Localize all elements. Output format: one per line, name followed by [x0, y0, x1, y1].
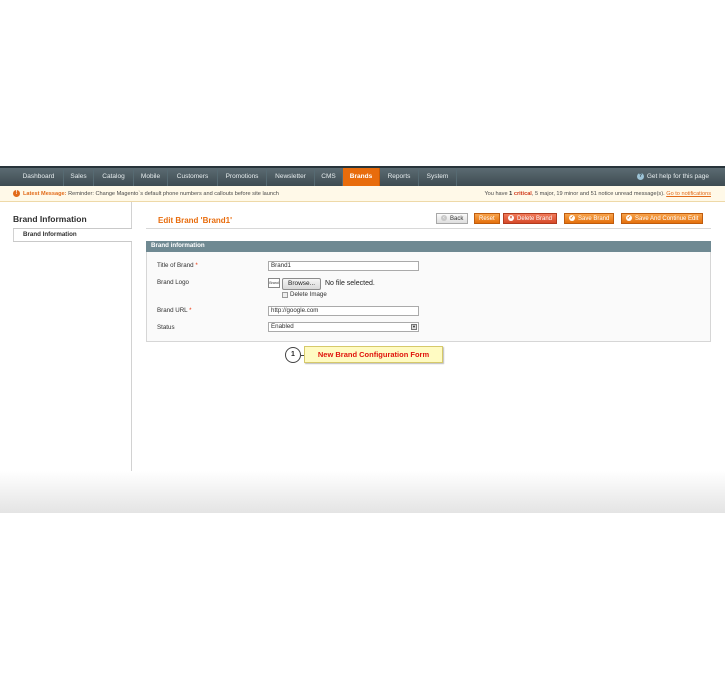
nav-catalog[interactable]: Catalog: [94, 168, 134, 186]
save-brand-button[interactable]: ✓ Save Brand: [564, 213, 615, 224]
browse-button[interactable]: Browse...: [282, 278, 322, 290]
sidebar-title: Brand Information: [13, 214, 87, 224]
help-icon: ?: [636, 172, 644, 180]
delete-image-label: Delete Image: [290, 291, 327, 298]
required-mark: *: [195, 262, 198, 269]
no-file-text: No file selected.: [325, 280, 375, 287]
sidebar-tab-brand-information[interactable]: Brand Information: [13, 229, 132, 241]
bottom-fade: [0, 471, 725, 513]
back-arrow-icon: ‹: [441, 215, 447, 222]
nav-newsletter[interactable]: Newsletter: [267, 168, 315, 186]
sidebar-tab-label: Brand Information: [23, 231, 77, 238]
nav-sales[interactable]: Sales: [64, 168, 94, 186]
delete-icon: ×: [508, 215, 514, 222]
chevron-down-icon: ▼: [411, 324, 417, 330]
logo-thumbnail: Brand: [268, 278, 280, 288]
callout-number: 1: [285, 347, 301, 363]
page-title: Edit Brand 'Brand1': [158, 216, 233, 225]
save-continue-check-icon: ✓: [626, 215, 632, 222]
top-nav: Dashboard Sales Catalog Mobile Customers…: [0, 166, 725, 186]
latest-message: ! Latest Message: Reminder: Change Magent…: [13, 186, 279, 202]
latest-message-label: Latest Message:: [23, 191, 67, 197]
help-link[interactable]: ? Get help for this page: [636, 168, 709, 186]
title-divider: [146, 228, 711, 229]
save-continue-button[interactable]: ✓ Save And Continue Edit: [621, 213, 704, 224]
help-label: Get help for this page: [646, 173, 709, 180]
sidebar: Brand Information Brand Information: [0, 202, 132, 513]
save-check-icon: ✓: [569, 215, 575, 222]
message-bar: ! Latest Message: Reminder: Change Magent…: [0, 186, 725, 202]
title-label: Title of Brand *: [157, 262, 198, 269]
required-mark: *: [189, 307, 192, 314]
nav-mobile[interactable]: Mobile: [134, 168, 168, 186]
you-have-text: You have: [484, 191, 508, 197]
back-button[interactable]: ‹ Back: [436, 213, 469, 224]
title-input[interactable]: Brand1: [268, 261, 419, 271]
url-label: Brand URL *: [157, 307, 192, 314]
nav-brands[interactable]: Brands: [343, 168, 380, 186]
logo-label: Brand Logo: [157, 279, 189, 286]
delete-image-checkbox[interactable]: [282, 292, 288, 298]
admin-screenshot: Dashboard Sales Catalog Mobile Customers…: [0, 166, 725, 513]
status-label: Status: [157, 324, 175, 331]
status-select[interactable]: Enabled ▼: [268, 322, 419, 332]
latest-message-text: Reminder: Change Magento`s default phone…: [68, 191, 279, 197]
section-body: [146, 252, 711, 342]
section-header: Brand information: [146, 241, 711, 252]
reset-button[interactable]: Reset: [474, 213, 500, 224]
unread-messages: You have 1 critical, 5 major, 19 minor a…: [484, 186, 711, 202]
nav-customers[interactable]: Customers: [168, 168, 218, 186]
warning-icon: !: [13, 190, 20, 198]
nav-cms[interactable]: CMS: [315, 168, 343, 186]
message-counts: , 5 major, 19 minor and 51 notice unread…: [531, 191, 665, 197]
critical-label: critical: [513, 191, 532, 197]
critical-count: 1: [509, 191, 513, 197]
sidebar-divider-bottom: [13, 241, 132, 242]
nav-system[interactable]: System: [419, 168, 457, 186]
section-title: Brand information: [151, 242, 205, 249]
notifications-link[interactable]: Go to notifications: [666, 191, 711, 197]
nav-dashboard[interactable]: Dashboard: [14, 168, 64, 186]
nav-promotions[interactable]: Promotions: [218, 168, 267, 186]
callout-label: New Brand Configuration Form: [304, 346, 443, 363]
nav-reports[interactable]: Reports: [380, 168, 419, 186]
delete-brand-button[interactable]: × Delete Brand: [503, 213, 558, 224]
url-input[interactable]: http://google.com: [268, 306, 419, 316]
